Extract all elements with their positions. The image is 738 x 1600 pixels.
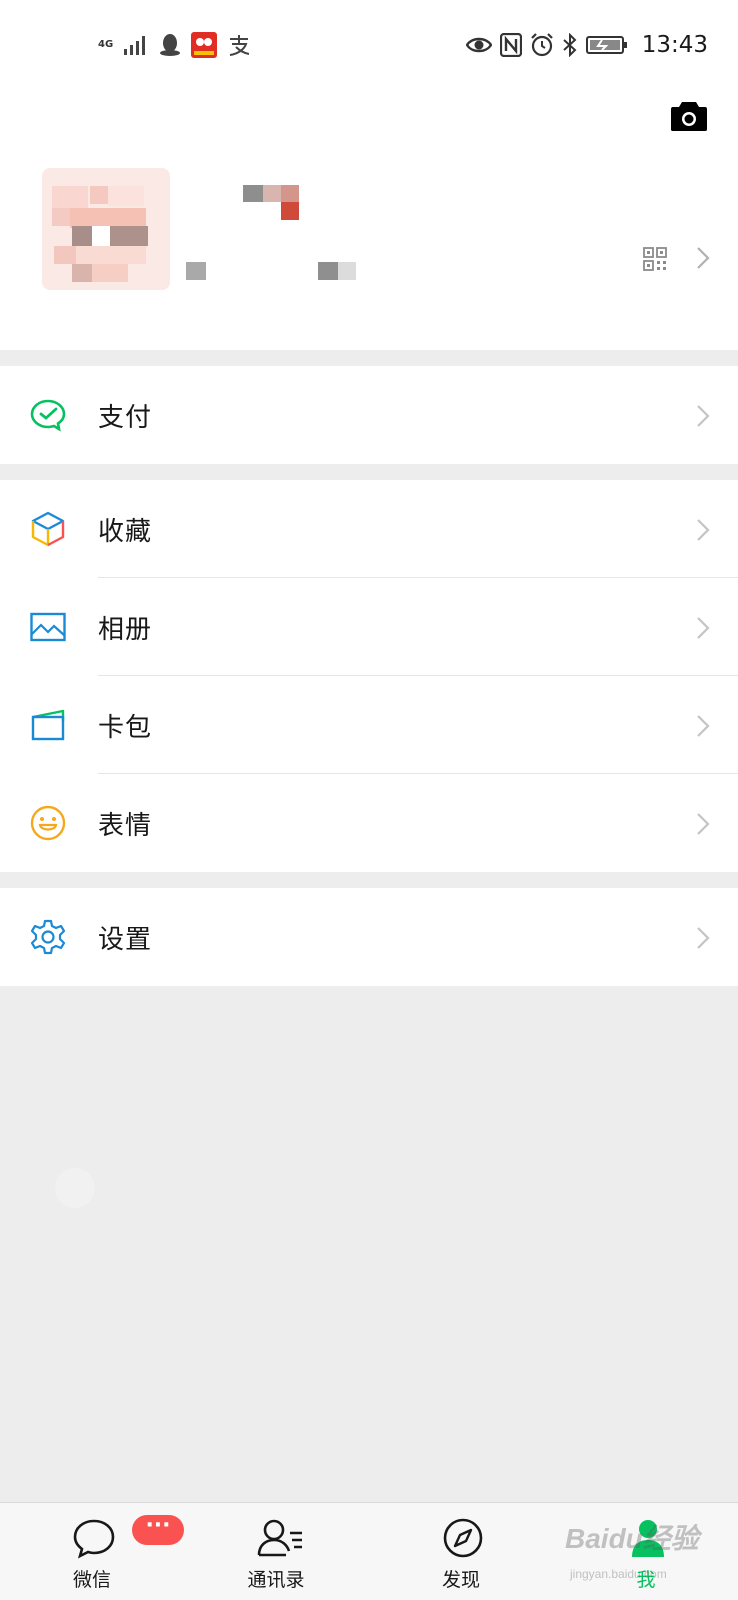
cube-icon (31, 511, 65, 547)
avatar-pixel (70, 208, 146, 228)
id-pixel (318, 262, 338, 280)
bluetooth-icon (563, 33, 577, 57)
tab-label-contacts: 通讯录 (247, 1569, 305, 1591)
menu-item-stickers[interactable]: 表情 (0, 774, 738, 872)
network-label: 4G (98, 39, 114, 50)
floating-ball[interactable] (55, 1168, 95, 1208)
menu-item-cards[interactable]: 卡包 (0, 676, 738, 774)
avatar-pixel (54, 246, 76, 264)
name-pixel (243, 185, 263, 202)
avatar-pixel (72, 264, 92, 282)
avatar[interactable] (42, 168, 170, 290)
menu-label-album: 相册 (98, 614, 153, 645)
tab-chats[interactable]: ··· 微信 (32, 1503, 184, 1600)
menu-label-settings: 设置 (98, 924, 153, 955)
chevron-right-icon (697, 405, 710, 427)
chevron-right-icon (697, 813, 710, 835)
compass-icon (443, 1518, 483, 1558)
menu-item-album[interactable]: 相册 (0, 578, 738, 676)
battery-icon (585, 36, 627, 54)
chevron-right-icon (697, 617, 710, 639)
clock: 13:43 (641, 32, 708, 58)
eye-icon (465, 37, 492, 53)
menu-group-settings: 设置 (0, 888, 738, 986)
tab-discover[interactable]: 发现 (401, 1503, 521, 1600)
chevron-right-icon (697, 247, 710, 269)
avatar-pixel (52, 186, 88, 208)
avatar-pixel (76, 246, 146, 264)
contacts-icon (257, 1519, 302, 1557)
avatar-pixel (92, 226, 110, 246)
menu-group-main: 收藏 相册 卡包 表情 (0, 480, 738, 872)
smiley-icon (30, 805, 66, 841)
name-pixel (281, 202, 299, 220)
name-pixel (263, 185, 281, 202)
qr-code-icon[interactable] (643, 247, 667, 271)
tab-label-chats: 微信 (72, 1569, 111, 1591)
camera-icon (671, 102, 707, 131)
avatar-pixel (92, 264, 128, 282)
watermark-text: Baidu经验 (565, 1523, 699, 1554)
profile-header[interactable] (0, 90, 738, 350)
status-left: 4G (98, 28, 251, 62)
menu-label-cards: 卡包 (98, 712, 153, 743)
avatar-pixel (110, 226, 148, 246)
menu-label-pay: 支付 (98, 402, 153, 433)
menu-label-stickers: 表情 (98, 810, 153, 841)
image-icon (30, 612, 66, 642)
menu-item-settings[interactable]: 设置 (0, 888, 738, 986)
menu-item-pay[interactable]: 支付 (0, 366, 738, 464)
taobao-icon (191, 32, 218, 58)
unread-badge: ··· (132, 1515, 184, 1545)
menu-group-pay: 支付 (0, 366, 738, 464)
id-pixel (338, 262, 356, 280)
chevron-right-icon (697, 927, 710, 949)
menu-item-favorites[interactable]: 收藏 (0, 480, 738, 578)
status-right: 13:43 (465, 28, 708, 62)
avatar-pixel (52, 208, 70, 226)
chat-icon (73, 1519, 115, 1559)
avatar-pixel (108, 186, 144, 206)
tab-contacts[interactable]: 通讯录 (216, 1503, 336, 1600)
qq-icon (160, 34, 181, 56)
signal-icon (124, 36, 146, 55)
nfc-icon (499, 33, 522, 57)
id-pixel (186, 262, 206, 280)
alarm-icon (530, 33, 553, 57)
avatar-pixel (90, 186, 108, 204)
gear-icon (30, 919, 66, 955)
alipay-icon (229, 35, 250, 56)
avatar-pixel (72, 226, 92, 246)
tab-label-discover: 发现 (441, 1569, 480, 1591)
wechat-pay-icon (30, 399, 66, 432)
name-pixel (281, 185, 299, 202)
chevron-right-icon (697, 715, 710, 737)
status-bar: 4G 13:43 (0, 0, 738, 90)
camera-button[interactable] (670, 100, 708, 136)
bottom-tab-bar: ··· 微信 通讯录 发现 我 Baidu经验 jingyan.baidu.co… (0, 1502, 738, 1600)
wallet-icon (31, 709, 65, 741)
chevron-right-icon (697, 519, 710, 541)
watermark-url: jingyan.baidu.com (570, 1567, 667, 1581)
menu-label-favorites: 收藏 (98, 516, 153, 547)
